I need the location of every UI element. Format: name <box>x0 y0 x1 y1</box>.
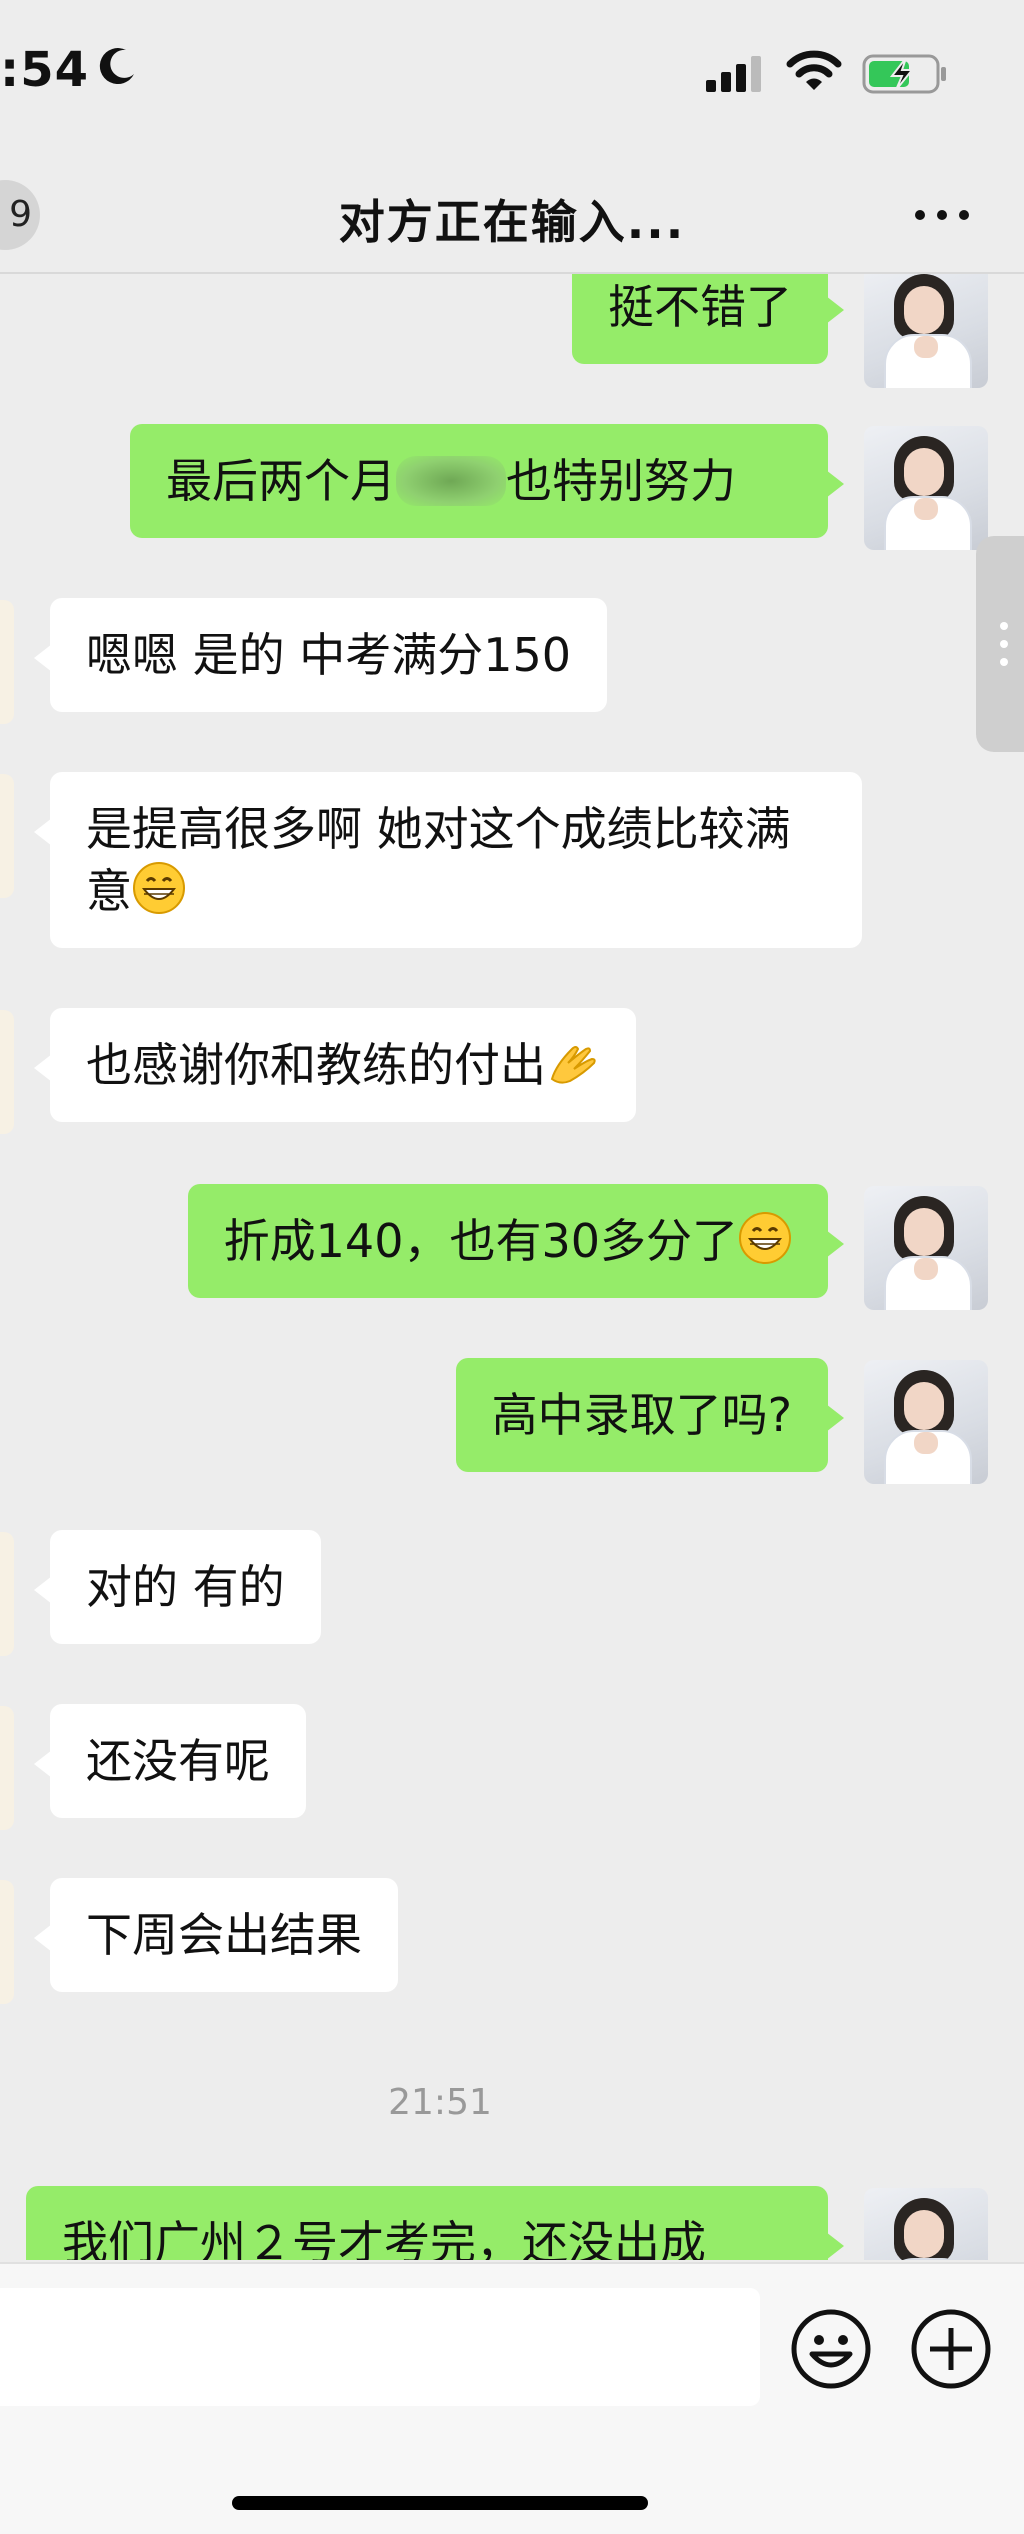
message-timestamp: 21:51 <box>388 2082 492 2123</box>
my-avatar[interactable] <box>864 1186 988 1310</box>
contact-avatar[interactable] <box>0 1010 14 1134</box>
home-indicator[interactable] <box>232 2496 648 2510</box>
status-bar: :54 <box>0 0 1024 160</box>
my-avatar[interactable] <box>864 2188 988 2260</box>
message-bubble-them[interactable]: 还没有呢 <box>34 1704 306 1818</box>
contact-avatar[interactable] <box>0 1880 14 2004</box>
my-avatar[interactable] <box>864 1360 988 1484</box>
moon-icon <box>99 48 134 85</box>
message-bubble-me[interactable]: 我们广州２号才考完，还没出成 <box>26 2186 844 2260</box>
grin-emoji <box>739 1212 791 1264</box>
message-bubble-them[interactable]: 下周会出结果 <box>34 1878 398 1992</box>
chat-header: 9 对方正在输入... <box>0 160 1024 274</box>
message-text: 对的 有的 <box>86 1560 285 1614</box>
message-text-part: 最后两个月 <box>166 454 396 508</box>
wifi-icon <box>786 50 842 90</box>
clap-hands-emoji <box>550 1046 596 1084</box>
message-text: 折成140，也有30多分了 <box>223 1214 738 1268</box>
message-input[interactable] <box>0 2288 760 2406</box>
message-text: 挺不错了 <box>608 280 792 334</box>
signal-icon <box>706 56 761 92</box>
message-bubble-them[interactable]: 嗯嗯 是的 中考满分150 <box>33 598 608 712</box>
message-text-part: 也特别努力 <box>506 454 736 508</box>
side-drag-handle[interactable] <box>976 536 1024 752</box>
message-bubble-me[interactable]: 折成140，也有30多分了 <box>187 1184 845 1298</box>
message-bubble-them[interactable]: 对的 有的 <box>34 1530 321 1644</box>
message-text: 是提高很多啊 她对这个成绩比较满意 <box>86 802 791 918</box>
plus-circle-icon[interactable] <box>910 2308 992 2390</box>
message-bubble-me[interactable]: 最后两个月 也特别努力 <box>130 424 844 538</box>
contact-avatar[interactable] <box>0 1706 14 1830</box>
battery-charging-icon <box>862 54 946 94</box>
contact-avatar[interactable] <box>0 774 14 898</box>
message-bubble-them[interactable]: 也感谢你和教练的付出 <box>34 1008 636 1122</box>
chat-title: 对方正在输入... <box>338 195 686 249</box>
message-text: 我们广州２号才考完，还没出成 <box>62 2216 706 2260</box>
more-dots-icon[interactable] <box>912 200 972 230</box>
emoji-face-icon[interactable] <box>790 2308 872 2390</box>
message-text: 也感谢你和教练的付出 <box>86 1038 546 1092</box>
my-avatar[interactable] <box>864 426 988 550</box>
message-text: 还没有呢 <box>86 1734 270 1788</box>
contact-avatar[interactable] <box>0 1532 14 1656</box>
message-text: 高中录取了吗? <box>491 1388 792 1442</box>
message-list[interactable]: 挺不错了 最后两个月 也特别努力 嗯嗯 是的 中考满分150 是提高很多啊 她对… <box>0 274 1024 2260</box>
message-text: 下周会出结果 <box>86 1908 362 1962</box>
my-avatar[interactable] <box>864 274 988 388</box>
contact-avatar[interactable] <box>0 600 14 724</box>
message-bubble-me[interactable]: 高中录取了吗? <box>455 1358 845 1472</box>
message-bubble-me[interactable]: 挺不错了 <box>572 274 844 364</box>
message-bubble-them[interactable]: 是提高很多啊 她对这个成绩比较满意 <box>34 772 862 948</box>
message-text: 嗯嗯 是的 中考满分150 <box>86 628 572 682</box>
blurred-text-patch <box>396 456 506 506</box>
status-time: :54 <box>0 42 89 98</box>
input-bar <box>0 2262 1024 2534</box>
grin-emoji <box>133 862 185 914</box>
